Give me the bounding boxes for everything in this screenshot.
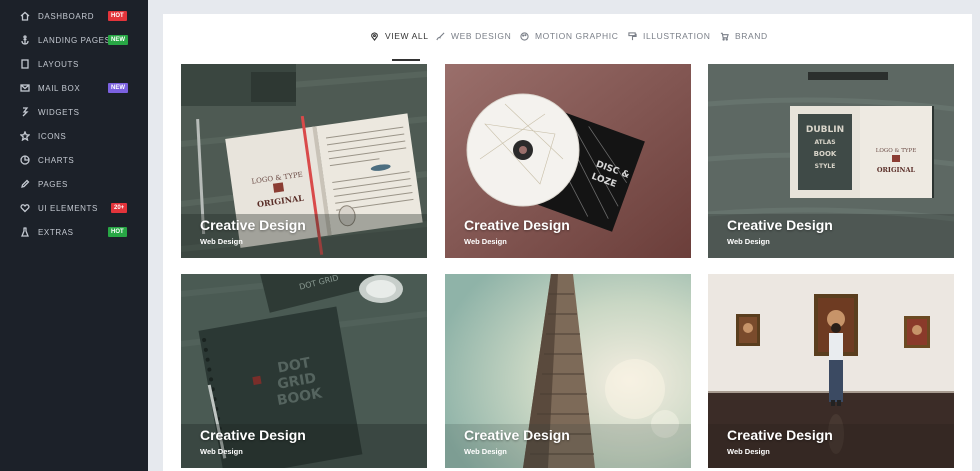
portfolio-card[interactable]: DOT GRID DOT GRID BOOK Creative Design W…	[181, 274, 427, 468]
sidebar-item-label: WIDGETS	[38, 107, 80, 117]
sidebar-item-pages[interactable]: PAGES	[0, 173, 148, 195]
svg-text:STYLE: STYLE	[815, 163, 836, 170]
tab-label: BRAND	[735, 31, 768, 41]
new-badge: NEW	[108, 35, 128, 45]
card-category: Web Design	[727, 447, 770, 456]
portfolio-panel: VIEW All WEB DESIGN MOTION GRAPHIC ILLUS…	[163, 14, 972, 471]
sidebar-item-label: PAGES	[38, 179, 68, 189]
hot-badge: HOT	[108, 227, 127, 237]
map-pin-icon	[371, 31, 378, 41]
paint-roller-icon	[628, 31, 637, 40]
tab-web-design[interactable]: WEB DESIGN	[436, 28, 511, 44]
portfolio-card[interactable]: Creative Design Web Design	[708, 274, 954, 468]
heart-icon	[19, 202, 31, 214]
anchor-icon	[19, 34, 31, 46]
svg-text:DUBLIN: DUBLIN	[806, 125, 844, 135]
svg-text:ATLAS: ATLAS	[814, 139, 835, 146]
tab-label: VIEW All	[385, 31, 429, 41]
sidebar-item-label: UI ELEMENTS	[38, 203, 98, 213]
portfolio-card[interactable]: DUBLIN ATLAS BOOK STYLE LOGO & TYPE ORIG…	[708, 64, 954, 258]
sidebar-item-icons[interactable]: ICONS	[0, 125, 148, 147]
sidebar-item-ui-elements[interactable]: UI ELEMENTS 20+	[0, 197, 148, 219]
sidebar-item-label: CHARTS	[38, 155, 75, 165]
active-tab-indicator	[392, 59, 420, 61]
count-badge: 20+	[111, 203, 128, 213]
sidebar-item-extras[interactable]: EXTRAS HOT	[0, 221, 148, 243]
sidebar-item-landing-pages[interactable]: LANDING PAGES NEW	[0, 29, 148, 51]
sidebar-item-layouts[interactable]: LAYOUTS	[0, 53, 148, 75]
portfolio-card[interactable]: LOGO & TYPE ORIGINAL Creative Design Web…	[181, 64, 427, 258]
tab-view-all[interactable]: VIEW All	[370, 28, 429, 44]
star-icon	[19, 130, 31, 142]
widget-icon	[19, 106, 31, 118]
tab-brand[interactable]: BRAND	[720, 28, 768, 44]
card-category: Web Design	[464, 447, 507, 456]
card-title: Creative Design	[464, 217, 570, 233]
tab-motion-graphic[interactable]: MOTION GRAPHIC	[520, 28, 619, 44]
home-icon	[19, 10, 31, 22]
sidebar-item-widgets[interactable]: WIDGETS	[0, 101, 148, 123]
pie-chart-icon	[19, 154, 31, 166]
sidebar-item-label: DASHBOARD	[38, 11, 95, 21]
hot-badge: HOT	[108, 11, 127, 21]
card-title: Creative Design	[464, 427, 570, 443]
sidebar-item-mail-box[interactable]: MAIL BOX NEW	[0, 77, 148, 99]
portfolio-card[interactable]: DISC & LOZE Creative Design Web Design	[445, 64, 691, 258]
brush-icon	[436, 32, 445, 40]
portfolio-card[interactable]: Creative Design Web Design	[445, 274, 691, 468]
card-title: Creative Design	[200, 217, 306, 233]
card-title: Creative Design	[727, 217, 833, 233]
card-category: Web Design	[727, 237, 770, 246]
sidebar-item-label: EXTRAS	[38, 227, 74, 237]
palette-icon	[520, 31, 529, 41]
sidebar-item-label: ICONS	[38, 131, 67, 141]
card-category: Web Design	[464, 237, 507, 246]
tab-label: MOTION GRAPHIC	[535, 31, 619, 41]
sidebar-item-label: MAIL BOX	[38, 83, 81, 93]
flask-icon	[19, 226, 31, 238]
tab-label: WEB DESIGN	[451, 31, 512, 41]
sidebar-item-dashboard[interactable]: DASHBOARD HOT	[0, 5, 148, 27]
svg-text:ORIGINAL: ORIGINAL	[877, 166, 916, 174]
card-category: Web Design	[200, 237, 243, 246]
card-title: Creative Design	[200, 427, 306, 443]
card-title: Creative Design	[727, 427, 833, 443]
sidebar-item-label: LAYOUTS	[38, 59, 79, 69]
page-edge	[972, 0, 980, 471]
card-category: Web Design	[200, 447, 243, 456]
pencil-icon	[19, 178, 31, 190]
svg-text:BOOK: BOOK	[814, 150, 837, 158]
new-badge: NEW	[108, 83, 128, 93]
tab-label: ILLUSTRATION	[643, 31, 711, 41]
tab-illustration[interactable]: ILLUSTRATION	[628, 28, 711, 44]
mail-icon	[19, 82, 31, 94]
svg-text:LOGO & TYPE: LOGO & TYPE	[876, 148, 916, 154]
cart-icon	[720, 32, 729, 41]
sidebar: DASHBOARD HOT LANDING PAGES NEW LAYOUTS …	[0, 0, 148, 471]
filter-tabs: VIEW All WEB DESIGN MOTION GRAPHIC ILLUS…	[163, 28, 972, 61]
sidebar-item-charts[interactable]: CHARTS	[0, 149, 148, 171]
sidebar-item-label: LANDING PAGES	[38, 35, 111, 45]
layout-icon	[19, 58, 31, 70]
